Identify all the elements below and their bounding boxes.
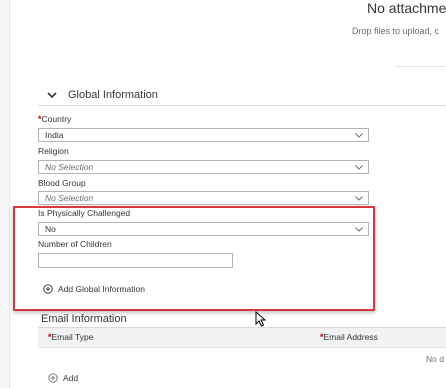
- religion-value: No Selection: [45, 162, 94, 172]
- blood-group-select[interactable]: No Selection: [38, 191, 369, 205]
- add-email-label: Add: [63, 373, 79, 383]
- email-table-header: *Email Type *Email Address: [38, 328, 446, 348]
- blood-group-value: No Selection: [45, 193, 94, 203]
- plus-circle-icon: [48, 373, 58, 383]
- global-information-title: Global Information: [68, 88, 158, 101]
- physically-challenged-value: No: [45, 224, 56, 234]
- attachments-divider: [395, 66, 446, 67]
- chevron-down-icon[interactable]: [354, 193, 364, 203]
- left-rail: [0, 0, 10, 388]
- chevron-down-icon[interactable]: [354, 162, 364, 172]
- religion-select[interactable]: No Selection: [38, 160, 369, 174]
- religion-label: Religion: [38, 146, 69, 156]
- children-input[interactable]: [38, 253, 233, 268]
- country-label: *Country: [38, 114, 72, 124]
- blood-group-label: Blood Group: [38, 178, 86, 188]
- children-label: Number of Children: [38, 239, 112, 249]
- attachments-empty-title: No attachmer: [367, 0, 446, 16]
- add-email-button[interactable]: Add: [48, 373, 78, 383]
- plus-circle-icon: [43, 284, 53, 294]
- column-email-address[interactable]: *Email Address: [320, 332, 378, 342]
- country-select[interactable]: India: [38, 128, 369, 142]
- add-global-information-label: Add Global Information: [58, 284, 145, 294]
- email-information-title: Email Information: [41, 313, 127, 325]
- chevron-down-icon[interactable]: [44, 87, 60, 103]
- country-value: India: [45, 130, 64, 140]
- physically-challenged-label: Is Physically Challenged: [38, 208, 131, 218]
- chevron-down-icon[interactable]: [354, 224, 364, 234]
- attachments-drop-hint: Drop files to upload, c: [352, 26, 440, 36]
- add-global-information-button[interactable]: Add Global Information: [43, 284, 145, 294]
- email-no-data-text: No d: [426, 354, 444, 364]
- column-email-type[interactable]: *Email Type: [48, 332, 93, 342]
- mouse-cursor-icon: [255, 310, 267, 327]
- chevron-down-icon[interactable]: [354, 130, 364, 140]
- global-information-header[interactable]: Global Information: [38, 84, 446, 106]
- physically-challenged-select[interactable]: No: [38, 222, 369, 236]
